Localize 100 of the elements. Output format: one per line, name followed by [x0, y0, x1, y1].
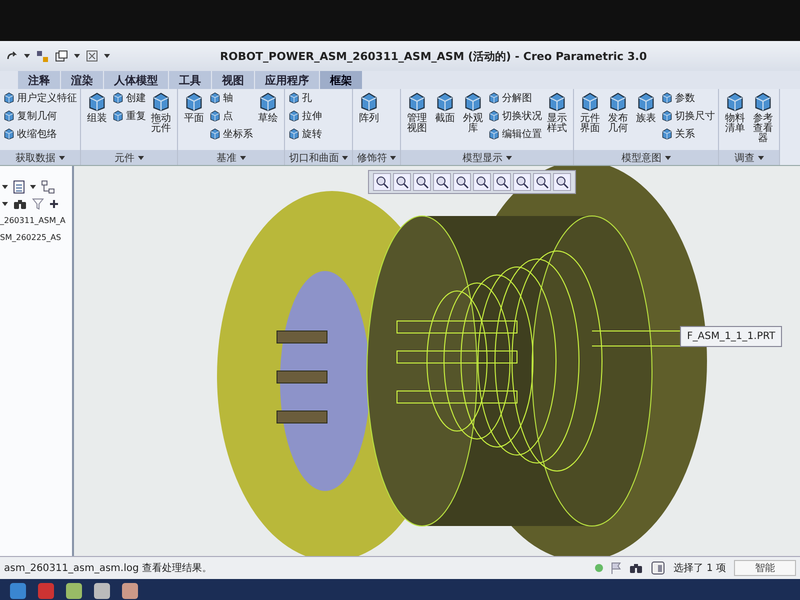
ribbon-tab[interactable]: 人体模型: [104, 71, 169, 89]
caret-icon: [342, 156, 348, 160]
cube-icon: [3, 128, 15, 140]
cube-icon: [209, 110, 221, 122]
flag-icon[interactable]: [611, 562, 622, 574]
tooltip: F_ASM_1_1_1.PRT: [680, 326, 782, 347]
caret-icon: [664, 156, 670, 160]
ribbon-button[interactable]: 显示样式: [544, 90, 570, 136]
redo-icon[interactable]: [6, 50, 18, 62]
regenerate-icon[interactable]: [36, 50, 49, 62]
caret-icon: [104, 54, 110, 58]
model-tree-item[interactable]: _260311_ASM_A: [0, 214, 72, 227]
ribbon-button[interactable]: 拖动元件: [148, 90, 174, 136]
selection-count: 选择了 1 项: [673, 562, 726, 575]
browser-icon[interactable]: [10, 582, 26, 598]
cube-icon: [288, 92, 300, 104]
cube-icon: [258, 92, 278, 112]
cube-icon: [112, 92, 124, 104]
filter-dropdown[interactable]: 智能: [734, 560, 796, 576]
ribbon-tab[interactable]: 工具: [169, 71, 212, 89]
zoom-fit-icon[interactable]: [373, 173, 391, 191]
cube-icon: [112, 110, 124, 122]
ribbon-button[interactable]: 阵列: [356, 90, 382, 126]
ribbon-button[interactable]: 平面: [181, 90, 207, 126]
ribbon-button[interactable]: 参数: [661, 90, 715, 106]
ribbon-button[interactable]: 族表: [633, 90, 659, 126]
ribbon-button[interactable]: 编辑位置: [488, 126, 542, 142]
group-label[interactable]: 获取数据: [0, 150, 80, 165]
app-icon[interactable]: [122, 582, 138, 598]
ribbon-button[interactable]: 收缩包络: [3, 126, 77, 142]
app-icon[interactable]: [66, 582, 82, 598]
ribbon-button[interactable]: 孔: [288, 90, 322, 106]
cube-icon: [184, 92, 204, 112]
ribbon-button[interactable]: 关系: [661, 126, 715, 142]
ribbon-tab[interactable]: 渲染: [61, 71, 104, 89]
group-label[interactable]: 模型意图: [574, 150, 718, 165]
ribbon-tab[interactable]: 视图: [212, 71, 255, 89]
group-label[interactable]: 模型显示: [401, 150, 573, 165]
cube-icon: [288, 128, 300, 140]
cube-icon: [3, 110, 15, 122]
tree-icon[interactable]: [41, 180, 55, 194]
windows-icon[interactable]: [55, 50, 68, 62]
group-label[interactable]: 切口和曲面: [285, 150, 352, 165]
group-label[interactable]: 调查: [719, 150, 779, 165]
ribbon-button[interactable]: 物料清单: [722, 90, 748, 136]
cube-icon: [608, 92, 628, 112]
app-icon[interactable]: [94, 582, 110, 598]
ribbon-button[interactable]: 参考查看器: [750, 90, 776, 146]
search-icon[interactable]: [629, 562, 644, 574]
ribbon-button[interactable]: 用户定义特征: [3, 90, 77, 106]
ribbon-button[interactable]: 复制几何: [3, 108, 77, 124]
ribbon-button[interactable]: 分解图: [488, 90, 542, 106]
ribbon-button[interactable]: 旋转: [288, 126, 322, 142]
ribbon-tab[interactable]: 框架: [320, 71, 363, 89]
zoom-out-icon[interactable]: [413, 173, 431, 191]
ribbon-button[interactable]: 拉伸: [288, 108, 322, 124]
ribbon-button[interactable]: 组装: [84, 90, 110, 126]
group-label[interactable]: 元件: [81, 150, 177, 165]
filter-icon[interactable]: [32, 198, 44, 210]
ribbon-button[interactable]: 轴: [209, 90, 253, 106]
ribbon-button[interactable]: 截面: [432, 90, 458, 126]
ribbon-button[interactable]: 管理视图: [404, 90, 430, 136]
ribbon-tab[interactable]: 注释: [18, 71, 61, 89]
close-window-icon[interactable]: [86, 50, 98, 62]
ribbon-button[interactable]: 切换尺寸: [661, 108, 715, 124]
model-tree-item[interactable]: SM_260225_AS: [0, 231, 72, 244]
ribbon-button[interactable]: 重复: [112, 108, 146, 124]
ribbon-button[interactable]: 元件界面: [577, 90, 603, 136]
document-icon[interactable]: [13, 180, 25, 194]
caret-icon: [2, 202, 8, 206]
cube-icon: [151, 92, 171, 112]
group-label[interactable]: 修饰符: [353, 150, 400, 165]
caret-icon: [138, 156, 144, 160]
ribbon-button[interactable]: 坐标系: [209, 126, 253, 142]
status-message: asm_260311_asm_asm.log 查看处理结果。: [4, 562, 214, 575]
caret-icon: [758, 156, 764, 160]
plus-icon[interactable]: [49, 199, 59, 209]
window-icon[interactable]: [651, 561, 666, 575]
ribbon-button[interactable]: 外观库: [460, 90, 486, 136]
cube-icon: [661, 128, 673, 140]
ribbon-button[interactable]: 创建: [112, 90, 146, 106]
cube-icon: [488, 92, 500, 104]
cube-icon: [753, 92, 773, 112]
ribbon-button[interactable]: 点: [209, 108, 253, 124]
caret-icon: [506, 156, 512, 160]
cube-icon: [407, 92, 427, 112]
ribbon-button[interactable]: 草绘: [255, 90, 281, 126]
cube-icon: [547, 92, 567, 112]
caret-icon: [2, 185, 8, 189]
ribbon-button[interactable]: 切换状况: [488, 108, 542, 124]
search-icon[interactable]: [13, 198, 27, 210]
caret-icon: [58, 156, 64, 160]
ribbon-tab[interactable]: 应用程序: [255, 71, 320, 89]
group-label[interactable]: 基准: [178, 150, 284, 165]
caret-icon: [74, 54, 80, 58]
cube-icon: [661, 92, 673, 104]
zoom-in-icon[interactable]: [393, 173, 411, 191]
caret-icon: [240, 156, 246, 160]
cube-icon: [636, 92, 656, 112]
ribbon-button[interactable]: 发布几何: [605, 90, 631, 136]
